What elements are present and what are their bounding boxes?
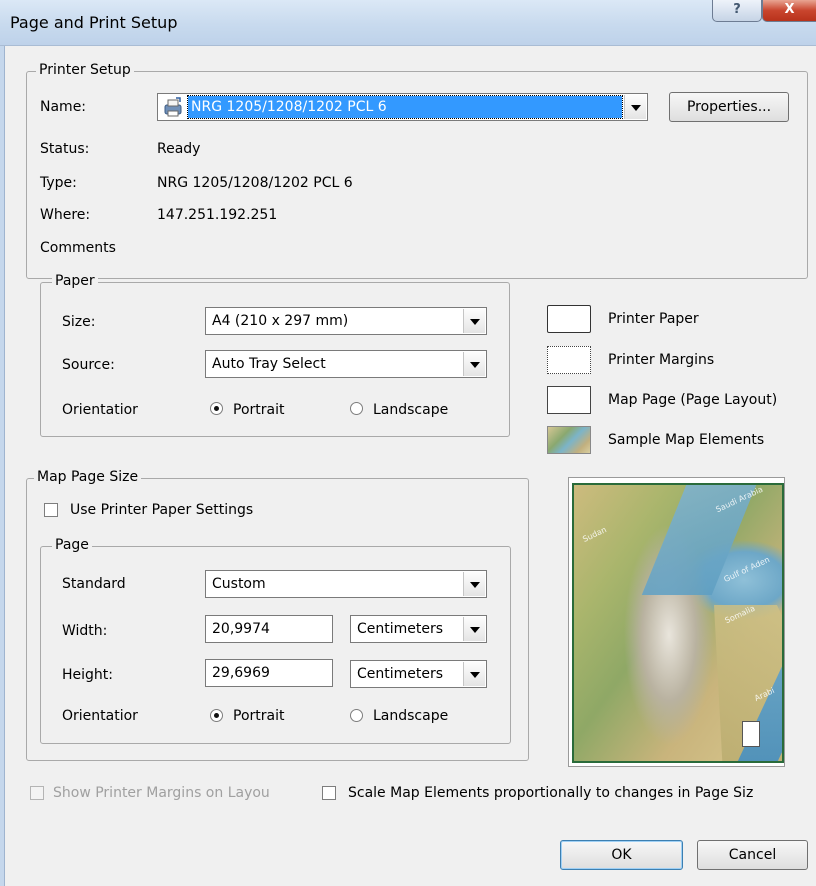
printer-icon [162,96,184,118]
map-page-swatch [547,386,591,414]
chevron-down-icon[interactable] [624,95,646,119]
paper-source-label: Source: [62,357,115,373]
height-unit-value: Centimeters [357,666,444,682]
paper-size-label: Size: [62,314,96,330]
help-button[interactable]: ? [712,0,762,22]
map-page-size-legend: Map Page Size [34,469,142,485]
comments-label: Comments [40,240,116,256]
map-label: Gulf of Aden [722,554,772,585]
page-landscape-radio[interactable] [350,709,363,722]
page-preview-map: Saudi Arabia Sudan Gulf of Aden Somalia … [572,483,784,763]
show-printer-margins-label: Show Printer Margins on Layou [53,785,270,801]
paper-landscape-label[interactable]: Landscape [373,402,448,418]
title-bar: Page and Print Setup ? X [0,0,816,46]
window-title: Page and Print Setup [10,13,178,32]
printer-setup-legend: Printer Setup [36,62,134,78]
map-page-legend-label: Map Page (Page Layout) [608,392,778,408]
scale-map-elements-checkbox[interactable] [322,786,336,800]
sample-map-elements-legend-label: Sample Map Elements [608,432,765,448]
page-legend: Page [52,537,92,553]
printer-name-dropdown[interactable]: NRG 1205/1208/1202 PCL 6 [157,93,648,121]
height-input[interactable]: 29,6969 [205,659,333,687]
status-label: Status: [40,141,90,157]
scale-map-elements-label[interactable]: Scale Map Elements proportionally to cha… [348,785,816,801]
paper-portrait-radio[interactable] [210,402,223,415]
paper-portrait-label[interactable]: Portrait [233,402,284,418]
chevron-down-icon[interactable] [463,309,485,333]
sample-map-elements-swatch [547,426,591,454]
page-portrait-label[interactable]: Portrait [233,708,284,724]
paper-landscape-radio[interactable] [350,402,363,415]
ok-button[interactable]: OK [560,840,683,870]
page-landscape-label[interactable]: Landscape [373,708,448,724]
width-label: Width: [62,623,108,639]
map-label: Sudan [581,525,608,544]
page-orientation-label: Orientatior [62,708,138,724]
show-printer-margins-checkbox [30,786,44,800]
paper-legend: Paper [52,273,98,289]
printer-margins-swatch [547,346,591,374]
type-value: NRG 1205/1208/1202 PCL 6 [157,175,353,191]
chevron-down-icon[interactable] [463,617,485,641]
printer-margins-legend-label: Printer Margins [608,352,715,368]
paper-source-value: Auto Tray Select [212,356,326,372]
width-unit-value: Centimeters [357,621,444,637]
paper-size-dropdown[interactable]: A4 (210 x 297 mm) [205,307,487,335]
paper-orientation-label: Orientatior [62,402,138,418]
use-printer-paper-label[interactable]: Use Printer Paper Settings [70,502,278,518]
printer-paper-swatch [547,305,591,333]
chevron-down-icon[interactable] [463,572,485,596]
type-label: Type: [40,175,77,191]
cancel-button[interactable]: Cancel [697,840,808,870]
paper-source-dropdown[interactable]: Auto Tray Select [205,350,487,378]
height-label: Height: [62,667,113,683]
chevron-down-icon[interactable] [463,352,485,376]
standard-label: Standard [62,576,126,592]
window-frame-edge [0,46,5,886]
map-legend-box [742,721,760,747]
where-value: 147.251.192.251 [157,207,278,223]
printer-paper-legend-label: Printer Paper [608,311,699,327]
use-printer-paper-checkbox[interactable] [44,503,58,517]
where-label: Where: [40,207,91,223]
paper-size-value: A4 (210 x 297 mm) [212,313,349,329]
width-unit-dropdown[interactable]: Centimeters [350,615,487,643]
width-input[interactable]: 20,9974 [205,615,333,643]
height-unit-dropdown[interactable]: Centimeters [350,660,487,688]
properties-button[interactable]: Properties... [669,92,789,122]
printer-name-value: NRG 1205/1208/1202 PCL 6 [187,95,623,119]
standard-value: Custom [212,576,266,592]
standard-dropdown[interactable]: Custom [205,570,487,598]
close-button[interactable]: X [762,0,816,22]
status-value: Ready [157,141,201,157]
printer-name-label: Name: [40,99,87,115]
page-portrait-radio[interactable] [210,709,223,722]
chevron-down-icon[interactable] [463,662,485,686]
